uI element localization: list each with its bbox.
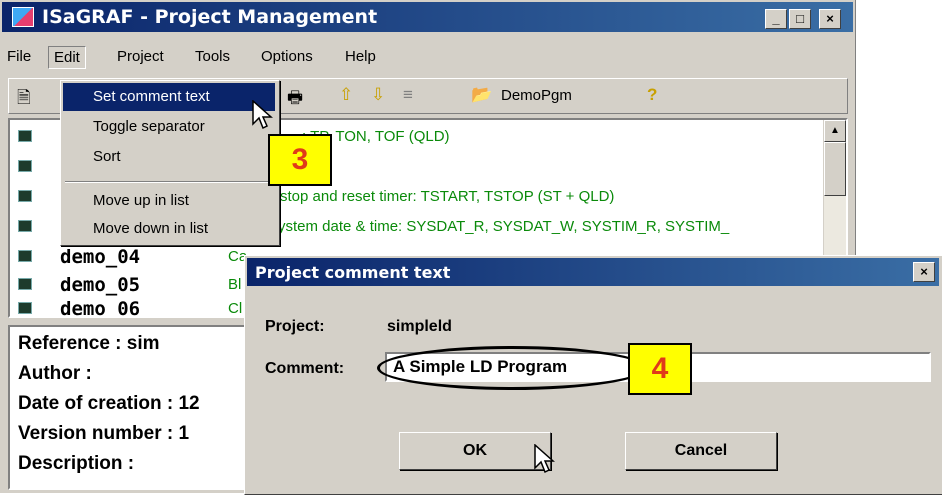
menu-file[interactable]: File — [2, 46, 36, 67]
program-icon — [18, 250, 32, 262]
menu-separator — [65, 181, 273, 183]
program-icon — [18, 302, 32, 314]
menu-item-set-comment-text[interactable]: Set comment text — [63, 83, 275, 111]
project-label: Project: — [265, 318, 325, 335]
window-title: ISaGRAF - Project Management — [42, 6, 378, 28]
isagraf-app-icon — [12, 7, 34, 27]
new-document-icon[interactable]: 🗎 — [17, 85, 31, 114]
menu-item-move-up[interactable]: Move up in list — [63, 187, 275, 215]
folder-open-icon[interactable]: 📂 — [471, 85, 492, 105]
dialog-title: Project comment text — [255, 263, 451, 282]
minimize-button[interactable]: _ — [765, 9, 787, 29]
cancel-button[interactable]: Cancel — [625, 432, 777, 470]
row-comment: stop and reset timer: TSTART, TSTOP (ST … — [280, 188, 615, 205]
row-comment: ystem date & time: SYSDAT_R, SYSDAT_W, S… — [278, 218, 730, 235]
callout-step-3: 3 — [268, 134, 332, 186]
row-name: demo_04 — [60, 246, 141, 268]
program-icon — [18, 160, 32, 172]
project-value: simpleld — [387, 318, 452, 335]
separator-icon[interactable]: ≡ — [403, 85, 413, 105]
program-icon — [18, 130, 32, 142]
row-comment: Bl — [228, 276, 242, 293]
mouse-pointer-icon — [252, 100, 273, 130]
demopgm-button-label[interactable]: DemoPgm — [501, 87, 572, 104]
project-comment-dialog: Project comment text × Project: simpleld… — [244, 255, 942, 495]
menu-item-toggle-separator[interactable]: Toggle separator — [63, 113, 275, 141]
menu-options[interactable]: Options — [256, 46, 318, 67]
program-icon — [18, 220, 32, 232]
print-icon[interactable]: 🖶 — [287, 85, 303, 114]
title-bar[interactable]: ISaGRAF - Project Management _ □ × — [2, 2, 853, 32]
scroll-thumb[interactable] — [824, 142, 846, 196]
close-button[interactable]: × — [819, 9, 841, 29]
callout-step-4: 4 — [628, 343, 692, 395]
scroll-up-icon[interactable]: ▲ — [824, 120, 846, 142]
menu-item-move-down[interactable]: Move down in list — [63, 215, 275, 243]
menu-item-sort[interactable]: Sort — [63, 143, 275, 171]
row-comment: Cl — [228, 300, 243, 317]
program-icon — [18, 190, 32, 202]
edit-menu-popup: Set comment text Toggle separator Sort M… — [60, 80, 280, 246]
move-down-arrow-icon[interactable]: ⇩ — [371, 85, 385, 105]
info-date-of-creation: Date of creation : 12 — [18, 393, 200, 414]
maximize-button[interactable]: □ — [789, 9, 811, 29]
program-icon — [18, 278, 32, 290]
info-author: Author : — [18, 363, 92, 384]
mouse-pointer-icon — [534, 444, 555, 474]
dialog-close-button[interactable]: × — [913, 262, 935, 282]
info-version-number: Version number : 1 — [18, 423, 190, 444]
menu-help[interactable]: Help — [340, 46, 381, 67]
menu-project[interactable]: Project — [112, 46, 169, 67]
dialog-title-bar[interactable]: Project comment text × — [247, 258, 939, 286]
menu-tools[interactable]: Tools — [190, 46, 235, 67]
info-reference: Reference : sim — [18, 333, 160, 354]
help-question-icon[interactable]: ? — [647, 85, 657, 105]
info-description: Description : — [18, 453, 135, 474]
row-name: demo_05 — [60, 274, 141, 296]
move-up-arrow-icon[interactable]: ⇧ — [339, 85, 353, 105]
comment-label: Comment: — [265, 360, 345, 377]
menu-edit[interactable]: Edit — [48, 46, 86, 69]
menu-bar: File Edit Project Tools Options Help — [2, 44, 852, 70]
ok-button[interactable]: OK — [399, 432, 551, 470]
row-name: demo_06 — [60, 298, 141, 318]
